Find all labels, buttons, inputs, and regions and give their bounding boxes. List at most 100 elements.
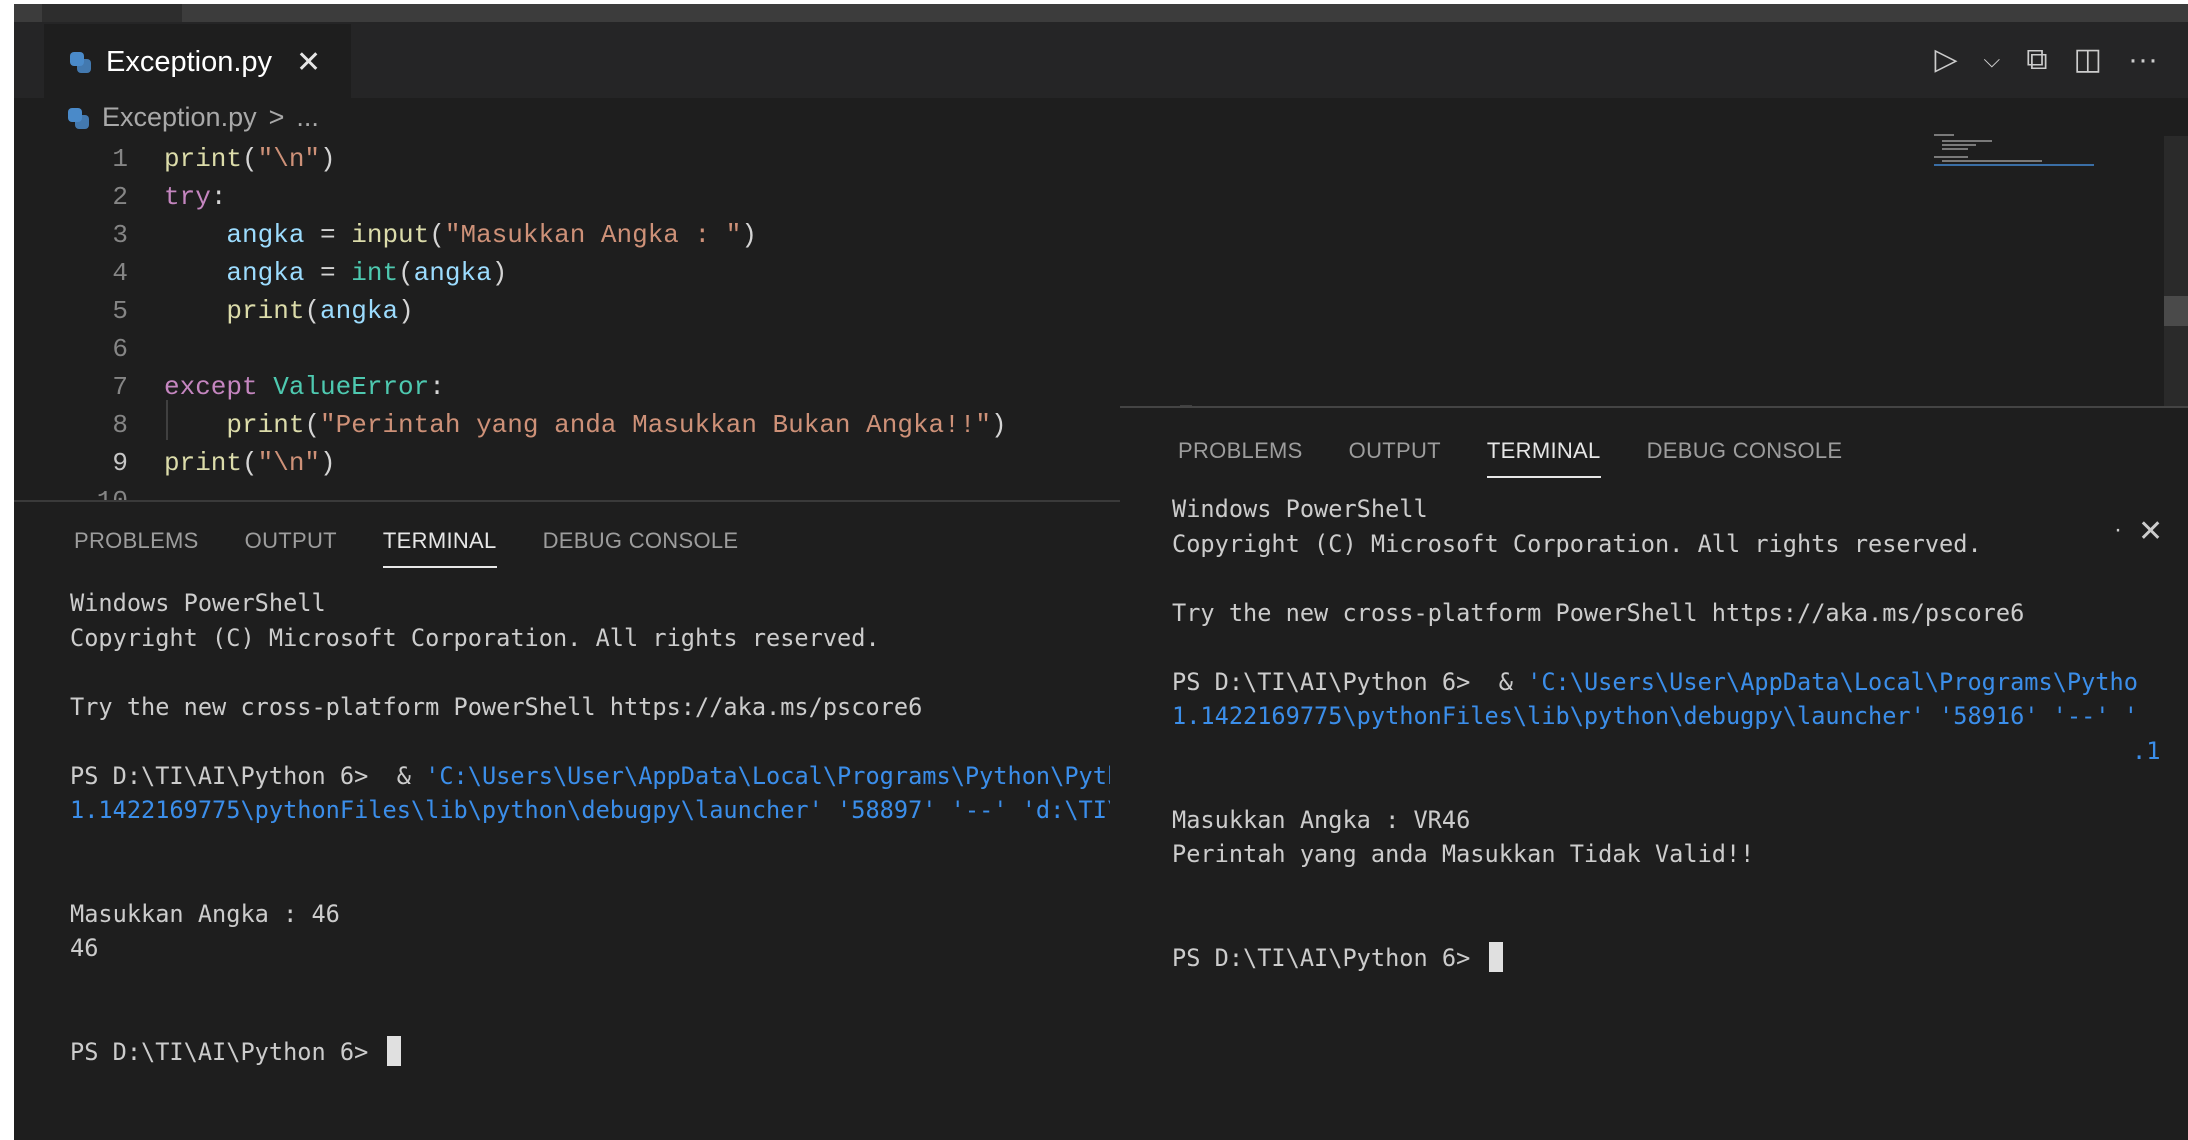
run-icon[interactable]: ▷ <box>1934 42 1957 77</box>
minimap-line <box>1934 164 2094 166</box>
terminal-line: Try the new cross-platform PowerShell ht… <box>1172 596 2024 630</box>
split-editor-icon[interactable]: ◫ <box>2074 42 2102 77</box>
tab-output[interactable]: OUTPUT <box>1349 414 1441 476</box>
code-line[interactable]: 4 angka = int(angka) <box>14 254 1134 292</box>
panel-more-icon[interactable]: · <box>2114 516 2122 544</box>
code-token: = <box>304 258 352 288</box>
tab-output[interactable]: OUTPUT <box>245 504 337 566</box>
indent-guide <box>166 400 168 440</box>
tab-problems[interactable]: PROBLEMS <box>1178 414 1303 476</box>
terminal-panel-left: PROBLEMS OUTPUT TERMINAL DEBUG CONSOLE W… <box>14 500 1120 1140</box>
tab-problems[interactable]: PROBLEMS <box>74 504 199 566</box>
chevron-right-icon: > <box>268 102 285 132</box>
code-token: ( <box>304 410 321 440</box>
code-token: : <box>210 182 227 212</box>
code-token: input <box>351 220 430 250</box>
line-number: 3 <box>112 220 128 250</box>
terminal-line: 1.1422169775\pythonFiles\lib\python\debu… <box>70 793 1110 827</box>
code-token: print <box>164 144 243 174</box>
terminal-text: Try the new cross-platform PowerShell ht… <box>70 692 923 721</box>
minimap[interactable] <box>1934 134 2094 174</box>
terminal-text: Windows PowerShell <box>1172 495 1428 523</box>
close-icon[interactable]: ✕ <box>296 45 321 80</box>
breadcrumb-more[interactable]: ... <box>296 102 319 133</box>
minimap-line <box>1942 148 1968 150</box>
minimap-line <box>1942 160 2042 162</box>
tab-terminal[interactable]: TERMINAL <box>382 504 497 568</box>
code-token: "Masukkan Angka : " <box>444 220 742 250</box>
code-line[interactable]: 9 print("\n") <box>14 444 1134 482</box>
code-line[interactable]: 2 try: <box>14 178 1134 216</box>
tab-terminal[interactable]: TERMINAL <box>1486 414 1601 478</box>
breadcrumb-file[interactable]: Exception.py <box>102 102 257 133</box>
more-actions-icon[interactable]: ··· <box>2128 43 2158 77</box>
terminal-cursor <box>386 1035 401 1066</box>
terminal-text: Perintah yang anda Masukkan Tidak Valid!… <box>1172 840 1755 868</box>
code-token: print <box>164 448 243 478</box>
code-line[interactable]: 3 angka = input("Masukkan Angka : ") <box>14 216 1134 254</box>
terminal-output[interactable]: Windows PowerShell Copyright (C) Microsof… <box>70 586 1110 1126</box>
code-editor[interactable]: 1 print("\n") 2 try: 3 angka = input("Masukk… <box>14 140 1134 500</box>
chevron-down-icon[interactable]: ⌵ <box>1984 47 2001 73</box>
terminal-panel-right: PROBLEMS OUTPUT TERMINAL DEBUG CONSOLE W… <box>1120 406 2188 1140</box>
tab-debug-console[interactable]: DEBUG CONSOLE <box>1647 414 1843 476</box>
code-text: print("Perintah yang anda Masukkan Bukan… <box>164 406 1006 444</box>
code-token: print <box>226 410 305 440</box>
line-number: 2 <box>112 182 128 212</box>
python-file-icon <box>68 50 92 74</box>
panel-tabs: PROBLEMS OUTPUT TERMINAL DEBUG CONSOLE <box>1178 414 1888 478</box>
minimap-line <box>1942 140 1992 142</box>
terminal-path: 'C:\Users\User\AppData\Local\Programs\Py… <box>1527 667 2138 696</box>
code-line[interactable]: 1 print("\n") <box>14 140 1134 178</box>
terminal-line: Masukkan Angka : 46 <box>70 897 340 931</box>
code-token: ( <box>242 448 258 478</box>
code-line[interactable]: 6 <box>14 330 1134 368</box>
tab-debug-console[interactable]: DEBUG CONSOLE <box>543 504 739 566</box>
terminal-text: Masukkan Angka : 46 <box>70 899 340 928</box>
terminal-path: 'C:\Users\User\AppData\Local\Programs\Py… <box>425 761 1110 790</box>
python-file-icon <box>66 106 90 130</box>
code-token: ( <box>304 296 321 326</box>
code-token: ValueError <box>273 372 430 402</box>
code-token: angka <box>413 258 492 288</box>
minimap-line <box>1942 144 1976 146</box>
scrollbar-thumb[interactable] <box>2164 296 2188 326</box>
terminal-text: 46 <box>70 934 99 962</box>
code-token: try <box>164 182 211 212</box>
line-number: 1 <box>112 144 128 174</box>
terminal-path: 1.1422169775\pythonFiles\lib\python\debu… <box>1172 702 2138 730</box>
open-preview-icon[interactable]: ⧉ <box>2026 43 2047 77</box>
editor-tab-exception-py[interactable]: Exception.py ✕ <box>44 24 352 100</box>
code-token: = <box>304 220 352 250</box>
code-token: ) <box>741 220 757 250</box>
terminal-text: PS D:\TI\AI\Python 6> <box>1172 943 1485 972</box>
vscode-window: Exception.py ✕ ▷ ⌵ ⧉ ◫ ··· Exception.py … <box>14 4 2188 1140</box>
line-number: 8 <box>112 410 128 440</box>
code-text: try: <box>164 178 226 216</box>
code-line[interactable]: 8 print("Perintah yang anda Masukkan Buk… <box>14 406 1134 444</box>
code-text: print("\n") <box>164 444 336 482</box>
code-line[interactable]: 5 print(angka) <box>14 292 1134 330</box>
line-number: 9 <box>112 448 128 478</box>
code-text: except ValueError: <box>164 368 445 406</box>
terminal-output[interactable]: Windows PowerShell Copyright (C) Microsof… <box>1172 492 2172 1052</box>
close-panel-icon[interactable]: ✕ <box>2138 514 2163 549</box>
terminal-cursor <box>1488 941 1503 972</box>
terminal-line: Perintah yang anda Masukkan Tidak Valid!… <box>1172 837 1754 871</box>
code-token: ) <box>320 448 336 478</box>
code-text: angka = int(angka) <box>164 254 507 292</box>
code-line[interactable]: 10 <box>14 482 1134 500</box>
breadcrumb: Exception.py > ... <box>66 102 319 133</box>
title-bar <box>14 4 2188 22</box>
code-line[interactable]: 7 except ValueError: <box>14 368 1134 406</box>
terminal-line: 46 <box>70 931 98 965</box>
terminal-path: 1.1422169775\pythonFiles\lib\python\debu… <box>70 796 1110 824</box>
terminal-line: PS D:\TI\AI\Python 6> & 'C:\Users\User\A… <box>70 759 1110 793</box>
code-token: ( <box>242 144 258 174</box>
code-token: angka <box>226 258 305 288</box>
terminal-line: Windows PowerShell <box>70 586 326 620</box>
line-number: 10 <box>74 482 128 500</box>
